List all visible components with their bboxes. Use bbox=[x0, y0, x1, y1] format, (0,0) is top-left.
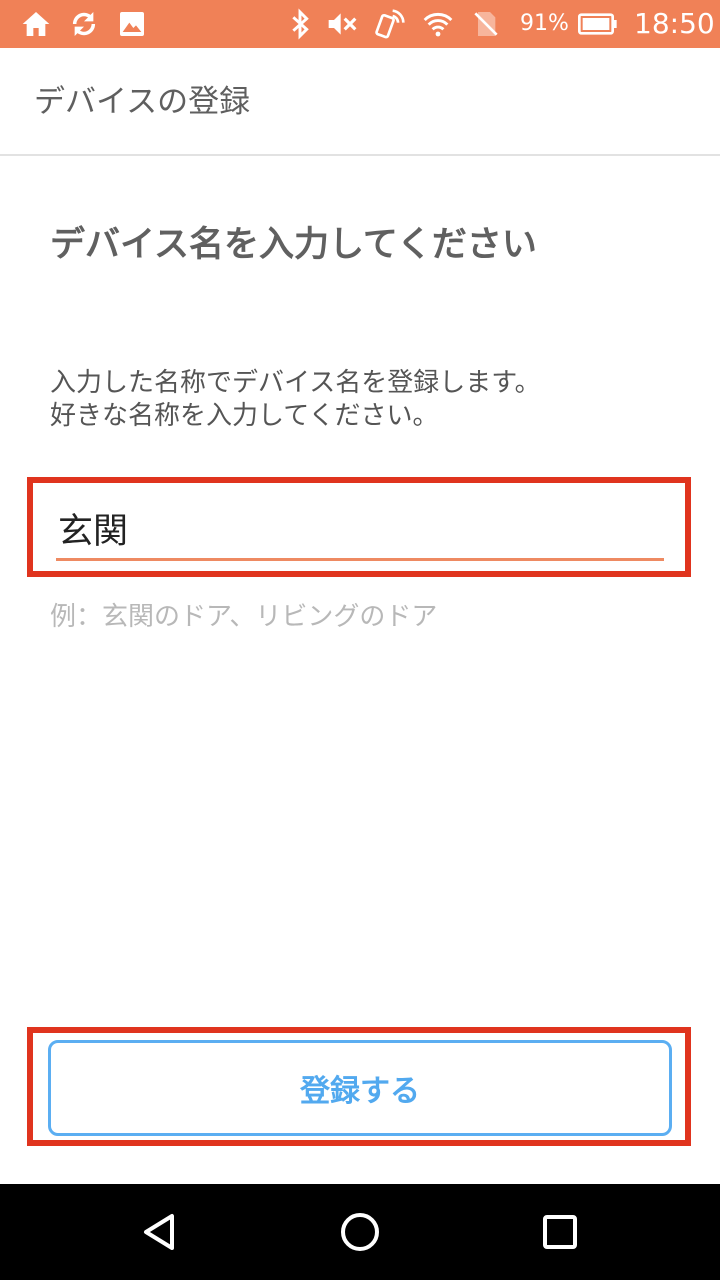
recents-icon[interactable] bbox=[536, 1208, 584, 1256]
app-bar: デバイスの登録 bbox=[0, 48, 720, 156]
nfc-icon bbox=[374, 8, 406, 40]
sync-icon bbox=[68, 8, 100, 40]
no-sim-icon bbox=[470, 8, 502, 40]
wifi-icon bbox=[422, 8, 454, 40]
image-icon bbox=[116, 8, 148, 40]
mute-icon bbox=[326, 8, 358, 40]
screen: 91% 18:50 デバイスの登録 デバイス名を入力してください 入力した名称で… bbox=[0, 0, 720, 1280]
description: 入力した名称でデバイス名を登録します。 好きな名称を入力してください。 bbox=[50, 367, 690, 433]
input-hint: 例：玄関のドア、リビングのドア bbox=[50, 602, 438, 632]
device-name-input[interactable] bbox=[56, 503, 664, 561]
description-line-2: 好きな名称を入力してください。 bbox=[50, 401, 439, 431]
home-icon bbox=[20, 8, 52, 40]
battery-percent: 91% bbox=[520, 11, 569, 36]
clock: 18:50 bbox=[634, 7, 715, 40]
description-line-1: 入力した名称でデバイス名を登録します。 bbox=[50, 368, 541, 398]
battery-icon bbox=[578, 8, 618, 40]
page-title: デバイスの登録 bbox=[34, 84, 251, 120]
instruction-heading: デバイス名を入力してください bbox=[50, 225, 537, 265]
home-circle-icon[interactable] bbox=[336, 1208, 384, 1256]
register-button[interactable]: 登録する bbox=[48, 1040, 672, 1136]
navigation-bar bbox=[0, 1184, 720, 1280]
back-icon[interactable] bbox=[136, 1208, 184, 1256]
status-bar: 91% 18:50 bbox=[0, 0, 720, 48]
bluetooth-icon bbox=[284, 8, 316, 40]
